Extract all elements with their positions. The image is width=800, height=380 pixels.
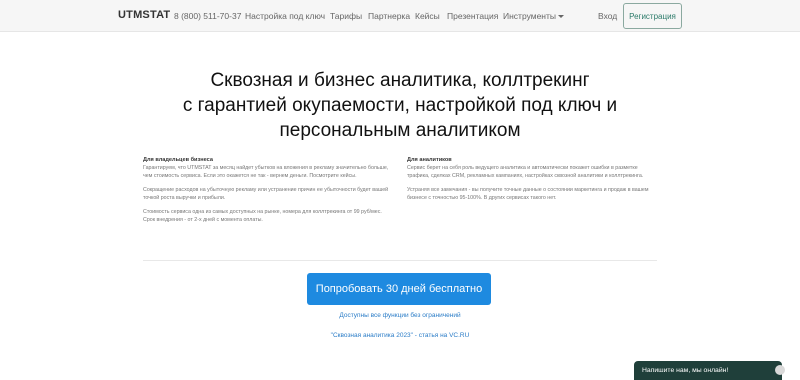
top-navbar: UTMSTAT 8 (800) 511-70-37 Настройка под …	[0, 0, 800, 32]
nav-item-partners[interactable]: Партнерка	[368, 11, 410, 21]
login-link[interactable]: Вход	[598, 11, 617, 21]
nav-item-presentation[interactable]: Презентация	[447, 11, 498, 21]
all-features-link[interactable]: Доступны все функции без ограничений	[300, 312, 500, 319]
register-button[interactable]: Регистрация	[623, 3, 682, 29]
vc-article-link[interactable]: "Сквозная аналитика 2023" - статья на VC…	[300, 332, 500, 339]
nav-item-pricing[interactable]: Тарифы	[330, 11, 362, 21]
title-line-3: персональным аналитиком	[279, 120, 521, 141]
nav-phone[interactable]: 8 (800) 511-70-37	[174, 11, 241, 21]
business-owners-text-2: Сокращение расходов на убыточную рекламу…	[143, 187, 389, 201]
nav-item-tools[interactable]: Инструменты	[503, 11, 565, 21]
business-owners-text-1: Гарантируем, что UTMSTAT за месяц найдет…	[143, 165, 389, 179]
chat-widget[interactable]: Напишите нам, мы онлайн!	[634, 361, 782, 380]
page-title: Сквозная и бизнес аналитика, коллтрекинг…	[140, 68, 660, 143]
brand-logo[interactable]: UTMSTAT	[118, 9, 170, 21]
analysts-text-1: Сервис берет на себя роль ведущего анали…	[407, 165, 644, 179]
section-divider	[143, 260, 657, 261]
nav-item-setup[interactable]: Настройка под ключ	[245, 11, 325, 21]
business-owners-title: Для владельцев бизнеса	[143, 157, 213, 163]
analysts-text-2: Устраняя все замечания - вы получите точ…	[407, 187, 649, 201]
try-free-button[interactable]: Попробовать 30 дней бесплатно	[307, 273, 491, 305]
chat-avatar-icon[interactable]	[775, 365, 785, 375]
chevron-down-icon	[558, 15, 565, 19]
title-line-1: Сквозная и бизнес аналитика, коллтрекинг	[210, 70, 590, 91]
business-owners-column: Для владельцев бизнеса Гарантируем, что …	[143, 156, 393, 230]
nav-item-tools-label: Инструменты	[503, 11, 557, 21]
title-line-2: с гарантией окупаемости, настройкой под …	[182, 95, 618, 116]
nav-item-cases[interactable]: Кейсы	[415, 11, 440, 21]
analysts-title: Для аналитиков	[407, 157, 452, 163]
analysts-column: Для аналитиков Сервис берет на себя роль…	[407, 156, 657, 208]
business-owners-text-3: Стоимость сервиса одна из самых доступны…	[143, 209, 382, 223]
